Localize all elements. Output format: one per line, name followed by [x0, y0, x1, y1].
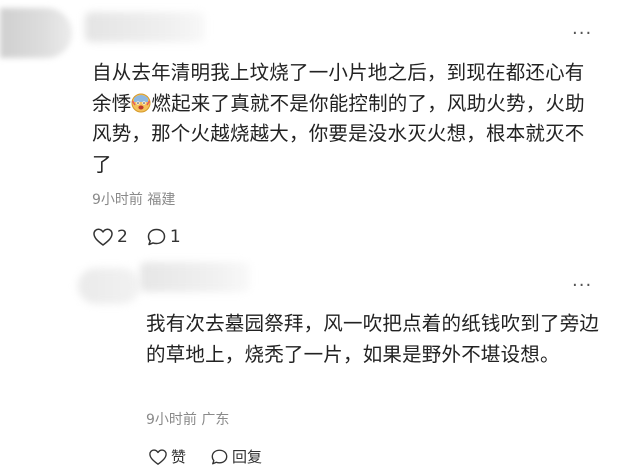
reply-more-options-button[interactable]: ···: [572, 276, 592, 296]
reply-reply-button[interactable]: 回复: [210, 446, 262, 468]
comment-text-part2: 燃起来了真就不是你能控制的了，风助火势，火助风势，那个火越烧越大，你要是没水灭火…: [92, 91, 585, 176]
reply-button[interactable]: 1: [146, 226, 181, 248]
reply-avatar[interactable]: [78, 268, 140, 304]
comment-meta: 9小时前 福建: [92, 192, 176, 208]
reply-count: 1: [169, 227, 181, 247]
reply-text: 我有次去墓园祭拜，风一吹把点着的纸钱吹到了旁边的草地上，烧秃了一片，如果是野外不…: [146, 312, 600, 366]
reply-like-label: 赞: [171, 448, 187, 466]
heart-icon: [149, 449, 167, 465]
reply-meta: 9小时前 广东: [146, 412, 230, 428]
more-options-button[interactable]: ···: [572, 24, 592, 44]
like-button[interactable]: 2: [92, 226, 128, 248]
like-count: 2: [117, 227, 128, 247]
avatar[interactable]: [0, 8, 72, 58]
reply-like-button[interactable]: 赞: [148, 446, 186, 468]
comment-text: 自从去年清明我上坟烧了一小片地之后，到现在都还心有余悸 燃起来了真就不是你能控制的…: [92, 58, 602, 180]
comment-bubble-icon: [147, 228, 166, 246]
reply-username-blurred[interactable]: [140, 262, 250, 292]
comment-actions: 2 1: [92, 225, 191, 249]
heart-icon: [93, 228, 113, 246]
reply-reply-label: 回复: [232, 448, 263, 466]
comment-bubble-icon: [211, 449, 228, 465]
username-blurred[interactable]: [85, 12, 205, 42]
reply-actions: 赞 回复: [148, 445, 272, 469]
scared-face-emoji-icon: [131, 92, 151, 112]
